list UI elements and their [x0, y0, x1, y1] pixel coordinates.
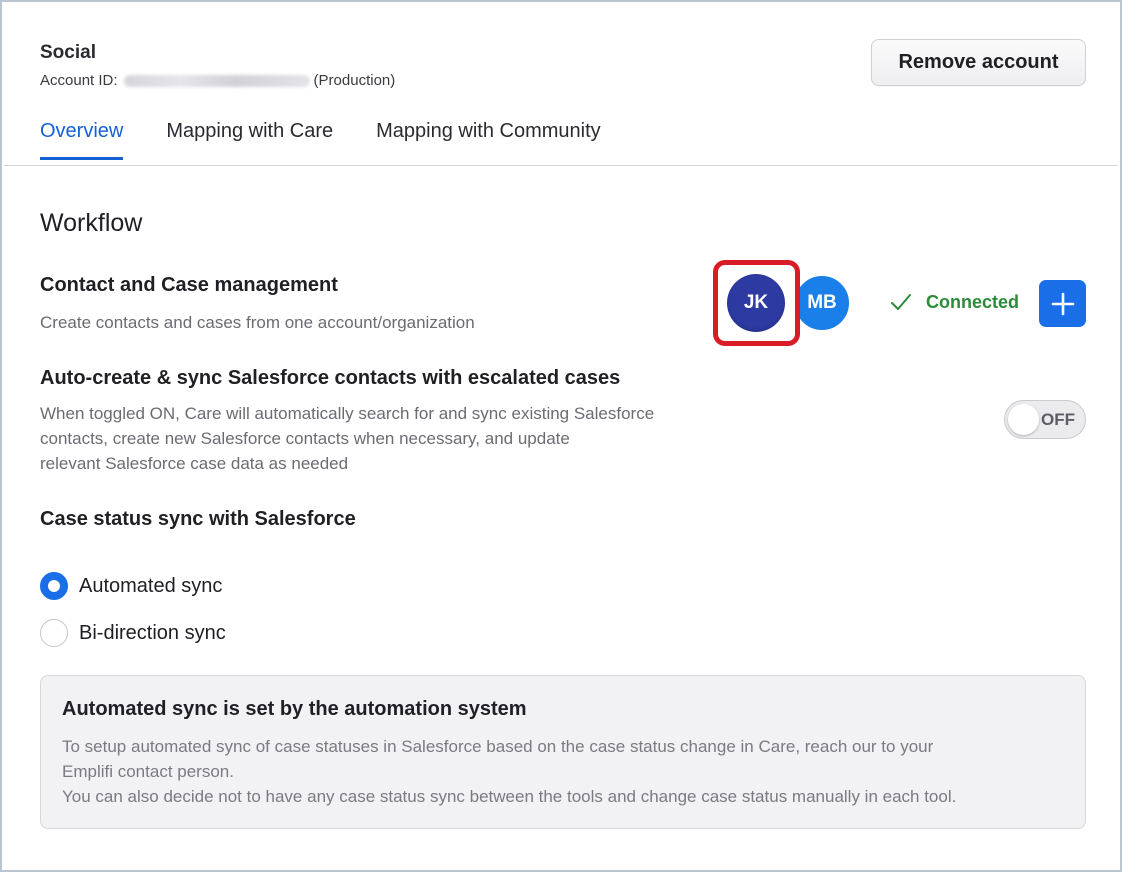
radio-automated-sync[interactable]: Automated sync [40, 572, 222, 600]
plus-icon [1051, 292, 1074, 315]
check-icon [891, 294, 911, 310]
radio-label: Automated sync [79, 574, 223, 597]
auto-create-description-line: relevant Salesforce case data as needed [40, 454, 349, 473]
avatar-highlight-box [713, 260, 800, 346]
info-text: To setup automated sync of case statuses… [62, 734, 1062, 809]
account-panel: Social Account ID: (Production) Remove a… [0, 0, 1122, 872]
radio-bi-direction-sync[interactable]: Bi-direction sync [40, 619, 226, 647]
auto-create-toggle[interactable]: OFF [1004, 400, 1086, 439]
auto-create-title: Auto-create & sync Salesforce contacts w… [40, 367, 621, 389]
tab-overview[interactable]: Overview [40, 120, 124, 160]
auto-create-description-line: When toggled ON, Care will automatically… [40, 404, 655, 423]
account-id-redacted [123, 74, 310, 87]
info-line: Emplifi contact person. [62, 762, 234, 781]
connected-label: Connected [926, 291, 1020, 312]
tab-mapping-with-community[interactable]: Mapping with Community [376, 120, 601, 160]
case-status-title: Case status sync with Salesforce [40, 508, 356, 530]
radio-button-unchecked[interactable] [40, 619, 68, 647]
info-line: To setup automated sync of case statuses… [62, 737, 934, 756]
avatar-mb[interactable]: MB [793, 274, 851, 332]
add-connection-button[interactable] [1039, 280, 1086, 327]
radio-button-checked[interactable] [40, 572, 68, 600]
account-id-label: Account ID: [40, 72, 118, 89]
account-id-line: Account ID: (Production) [40, 72, 395, 89]
tab-bar: Overview Mapping with Care Mapping with … [40, 120, 644, 160]
auto-create-description-line: contacts, create new Salesforce contacts… [40, 429, 570, 448]
toggle-state-label: OFF [1041, 410, 1075, 429]
radio-label: Bi-direction sync [79, 621, 226, 644]
connection-status: Connected [890, 291, 1019, 313]
contact-case-title: Contact and Case management [40, 274, 338, 296]
contact-case-description: Create contacts and cases from one accou… [40, 313, 475, 332]
account-title: Social [40, 42, 96, 63]
workflow-heading: Workflow [40, 209, 143, 237]
toggle-knob [1008, 404, 1039, 435]
info-line: You can also decide not to have any case… [62, 787, 957, 806]
info-title: Automated sync is set by the automation … [62, 698, 527, 720]
tab-divider [4, 165, 1118, 166]
account-environment: (Production) [313, 72, 396, 89]
remove-account-button[interactable]: Remove account [871, 39, 1086, 86]
auto-create-description: When toggled ON, Care will automatically… [40, 401, 654, 476]
tab-mapping-with-care[interactable]: Mapping with Care [166, 120, 333, 160]
info-box: Automated sync is set by the automation … [40, 675, 1086, 829]
